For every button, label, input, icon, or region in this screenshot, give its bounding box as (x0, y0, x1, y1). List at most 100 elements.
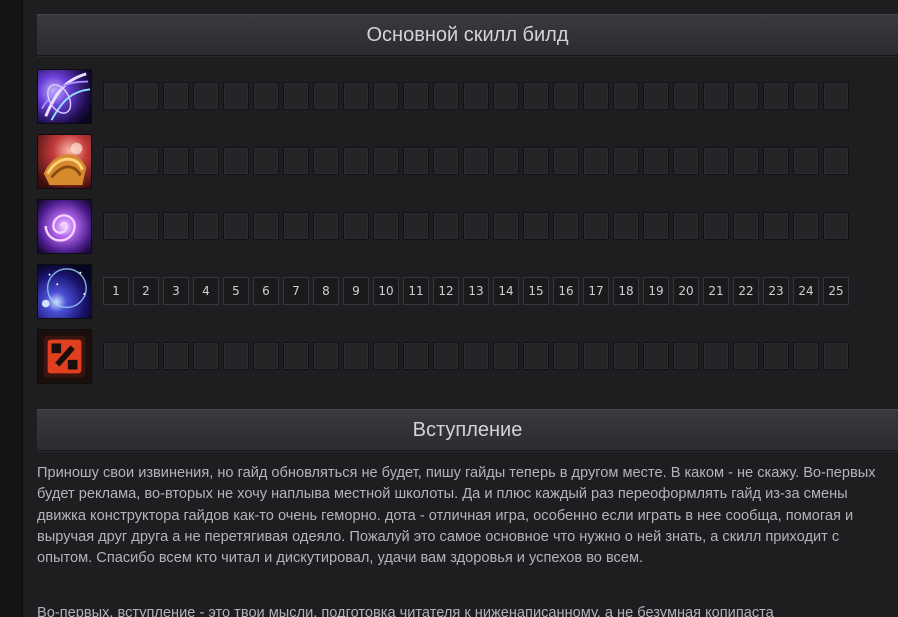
level-cell (493, 147, 519, 175)
intro-paragraph: Во-первых, вступление - это твои мысли, … (37, 605, 774, 617)
level-cell: 21 (703, 277, 729, 305)
level-cell: 24 (793, 277, 819, 305)
level-cell (493, 342, 519, 370)
guide-content: Основной скилл билд 1 2 3 4 5 6 7 8 9 10… (37, 0, 898, 617)
level-cell (493, 212, 519, 240)
level-cell: 1 (103, 277, 129, 305)
level-cells: 1 2 3 4 5 6 7 8 9 10 11 12 13 14 15 16 1… (103, 277, 849, 305)
level-cell (433, 212, 459, 240)
level-cell: 12 (433, 277, 459, 305)
level-cell (133, 342, 159, 370)
level-cell (793, 342, 819, 370)
level-cell (403, 212, 429, 240)
level-cells (103, 82, 849, 110)
level-cell (763, 212, 789, 240)
level-cell (193, 147, 219, 175)
level-cell (613, 212, 639, 240)
level-cell (643, 147, 669, 175)
level-cell (523, 82, 549, 110)
level-cell (193, 82, 219, 110)
level-cell (463, 82, 489, 110)
level-cell: 13 (463, 277, 489, 305)
level-cell (253, 342, 279, 370)
level-cell: 19 (643, 277, 669, 305)
level-cell (583, 147, 609, 175)
skill-row (37, 199, 898, 255)
level-cell (103, 212, 129, 240)
level-cell (433, 342, 459, 370)
level-cell (283, 342, 309, 370)
level-cell (103, 82, 129, 110)
level-cell (223, 147, 249, 175)
level-cell (193, 342, 219, 370)
level-cell (223, 342, 249, 370)
night-sky-orb-icon[interactable] (37, 264, 92, 319)
level-cell: 4 (193, 277, 219, 305)
level-cell (343, 212, 369, 240)
level-cell (283, 147, 309, 175)
level-cell (553, 342, 579, 370)
level-cell (673, 212, 699, 240)
level-cell (493, 82, 519, 110)
level-cell (553, 212, 579, 240)
level-cell: 25 (823, 277, 849, 305)
level-cell: 17 (583, 277, 609, 305)
level-cell (583, 342, 609, 370)
level-cell (733, 212, 759, 240)
level-cell (763, 82, 789, 110)
level-cell (673, 82, 699, 110)
skill-build-header: Основной скилл билд (37, 14, 898, 56)
level-cell (673, 147, 699, 175)
skill-row (37, 69, 898, 125)
level-cell (163, 212, 189, 240)
level-cell (733, 342, 759, 370)
level-cell (373, 342, 399, 370)
level-cell (703, 342, 729, 370)
golden-armor-icon[interactable] (37, 134, 92, 189)
level-cell (823, 212, 849, 240)
level-cell (463, 212, 489, 240)
level-cell (583, 82, 609, 110)
level-cell (523, 147, 549, 175)
level-cell (643, 212, 669, 240)
level-cell: 14 (493, 277, 519, 305)
level-cell (313, 212, 339, 240)
level-cell: 23 (763, 277, 789, 305)
level-cell (313, 82, 339, 110)
level-cell (523, 212, 549, 240)
level-cell (613, 147, 639, 175)
level-cell (763, 342, 789, 370)
skill-build-title: Основной скилл билд (366, 23, 569, 46)
level-cell: 15 (523, 277, 549, 305)
level-cell (373, 82, 399, 110)
level-cell (643, 82, 669, 110)
level-cell (253, 147, 279, 175)
level-cell (673, 342, 699, 370)
level-cell (703, 147, 729, 175)
level-cell (613, 342, 639, 370)
level-cell (703, 82, 729, 110)
level-cell (463, 342, 489, 370)
level-cell (133, 212, 159, 240)
level-cell (223, 212, 249, 240)
level-cell (343, 342, 369, 370)
level-cells (103, 342, 849, 370)
level-cell (133, 147, 159, 175)
level-cell (163, 82, 189, 110)
dota-logo-icon[interactable] (37, 329, 92, 384)
level-cell (433, 147, 459, 175)
level-cell (733, 82, 759, 110)
purple-wave-icon[interactable] (37, 69, 92, 124)
level-cell (433, 82, 459, 110)
level-cell (463, 147, 489, 175)
level-cell (823, 82, 849, 110)
level-cell: 20 (673, 277, 699, 305)
skill-row (37, 329, 898, 385)
purple-vortex-icon[interactable] (37, 199, 92, 254)
level-cell (703, 212, 729, 240)
level-cell (193, 212, 219, 240)
level-cell (283, 82, 309, 110)
level-cell (523, 342, 549, 370)
level-cell: 18 (613, 277, 639, 305)
level-cell (553, 147, 579, 175)
